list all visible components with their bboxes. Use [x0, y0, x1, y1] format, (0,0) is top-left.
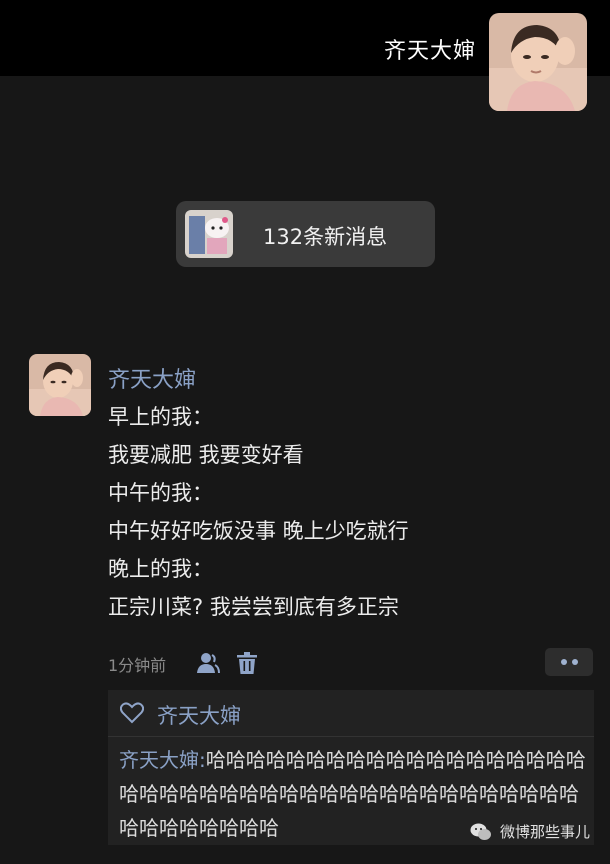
new-messages-banner[interactable]: 132条新消息	[176, 201, 435, 267]
header-name[interactable]: 齐天大婶	[384, 33, 476, 65]
message-line: 晚上的我：	[108, 557, 213, 581]
message-author[interactable]: 齐天大婶	[108, 362, 196, 394]
more-button[interactable]	[545, 648, 593, 676]
message-line: 我要减肥 我要变好看	[108, 443, 304, 467]
watermark-text: 微博那些事儿	[500, 823, 591, 841]
heart-icon[interactable]	[119, 702, 145, 724]
user-icon[interactable]	[196, 652, 220, 674]
banner-thumbnail	[185, 210, 233, 258]
message-avatar[interactable]	[29, 354, 91, 416]
comment-author[interactable]: 齐天大婶:	[119, 748, 206, 772]
more-icon	[561, 659, 567, 665]
message-line: 中午好好吃饭没事 晚上少吃就行	[108, 519, 409, 543]
trash-icon[interactable]	[237, 652, 257, 674]
message-line: 早上的我：	[108, 405, 213, 429]
wechat-icon	[470, 822, 492, 842]
header-avatar[interactable]	[489, 13, 587, 111]
top-bar: 齐天大婶	[0, 0, 610, 111]
like-user-name[interactable]: 齐天大婶	[157, 700, 241, 730]
message-body: 早上的我： 我要减肥 我要变好看 中午的我： 中午好好吃饭没事 晚上少吃就行 晚…	[108, 401, 409, 629]
message-line: 正宗川菜? 我尝尝到底有多正宗	[108, 595, 399, 619]
likes-section: 齐天大婶	[108, 690, 594, 737]
more-icon-dot	[572, 659, 578, 665]
message-time: 1分钟前	[108, 656, 167, 675]
message-line: 中午的我：	[108, 481, 213, 505]
new-messages-label: 132条新消息	[263, 225, 388, 249]
